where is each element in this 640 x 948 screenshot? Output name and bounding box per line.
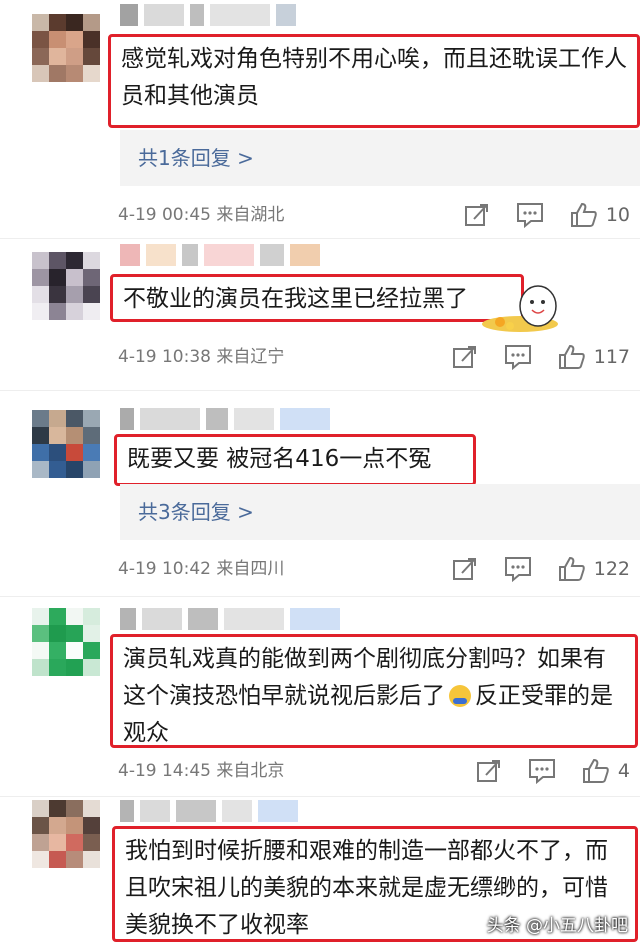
watermark-text: 头条 @小五八卦吧 (486, 916, 628, 936)
like-count: 4 (617, 760, 630, 782)
comment-text-content: 既要又要 被冠名416一点不冤 (127, 446, 432, 472)
comment-actions: 4 (450, 756, 640, 786)
comment-text: 既要又要 被冠名416一点不冤 (114, 434, 476, 486)
avatar[interactable] (32, 14, 100, 82)
thumbs-up-icon (558, 344, 585, 369)
view-replies-label: 共1条回复 > (138, 146, 254, 170)
emoji-icon (449, 685, 471, 707)
like-button[interactable]: 122 (558, 556, 640, 582)
divider (0, 390, 640, 391)
comment-text: 不敬业的演员在我这里已经拉黑了 (110, 274, 524, 322)
comment-button[interactable] (504, 556, 532, 582)
repost-button[interactable] (452, 345, 478, 369)
comment-text: 演员轧戏真的能做到两个剧彻底分割吗？如果有这个演技恐怕早就说视后影后了 反正受罪的… (110, 634, 638, 748)
username-blurred[interactable] (120, 800, 298, 822)
comment-icon (528, 759, 555, 784)
avatar[interactable] (32, 410, 100, 478)
like-count: 10 (605, 204, 630, 226)
like-button[interactable]: 117 (558, 344, 640, 370)
divider (0, 238, 640, 239)
comment-actions: 117 (426, 342, 640, 372)
comment-meta: 4-19 10:42 来自四川 (118, 557, 284, 581)
thumbs-up-icon (582, 758, 609, 783)
comment-meta: 4-19 00:45 来自湖北 (118, 203, 284, 227)
comment-button[interactable] (516, 202, 544, 228)
comment-location: 来自湖北 (216, 205, 285, 225)
comment-time: 4-19 10:38 (118, 347, 211, 367)
repost-icon (452, 346, 476, 368)
repost-button[interactable] (452, 557, 478, 581)
comment-icon (516, 203, 543, 228)
avatar[interactable] (32, 608, 100, 676)
thumbs-up-icon (558, 556, 585, 581)
comment-location: 来自北京 (216, 761, 285, 781)
comment-text: 感觉轧戏对角色特别不用心唉，而且还耽误工作人员和其他演员 (108, 34, 640, 128)
comment-meta: 4-19 10:38 来自辽宁 (118, 345, 284, 369)
comment-location: 来自辽宁 (216, 347, 285, 367)
comment-time: 4-19 10:42 (118, 559, 211, 579)
watermark: 头条 @小五八卦吧 (487, 911, 628, 936)
comment-time: 4-19 14:45 (118, 761, 211, 781)
avatar[interactable] (32, 252, 100, 320)
sticker-icon (482, 285, 558, 332)
like-button[interactable]: 4 (582, 758, 640, 784)
view-replies-link[interactable]: 共3条回复 > (120, 484, 640, 540)
username-blurred[interactable] (120, 608, 340, 630)
comment-actions: 122 (426, 554, 640, 584)
repost-icon (476, 760, 500, 782)
username-blurred[interactable] (120, 408, 330, 430)
username-blurred[interactable] (120, 244, 320, 266)
comment-location: 来自四川 (216, 559, 285, 579)
username-blurred[interactable] (120, 4, 296, 26)
comment-text-content: 不敬业的演员在我这里已经拉黑了 (123, 286, 468, 312)
repost-icon (464, 204, 488, 226)
comment-text-content: 感觉轧戏对角色特别不用心唉，而且还耽误工作人员和其他演员 (121, 46, 627, 109)
repost-icon (452, 558, 476, 580)
like-count: 117 (593, 346, 630, 368)
divider (0, 596, 640, 597)
like-button[interactable]: 10 (570, 202, 640, 228)
thumbs-up-icon (570, 202, 597, 227)
comment-icon (504, 557, 531, 582)
avatar[interactable] (32, 800, 100, 868)
divider (0, 796, 640, 797)
view-replies-label: 共3条回复 > (138, 500, 254, 524)
comment-meta: 4-19 14:45 来自北京 (118, 759, 284, 783)
repost-button[interactable] (476, 759, 502, 783)
comment-icon (504, 345, 531, 370)
comment-time: 4-19 00:45 (118, 205, 211, 225)
like-count: 122 (593, 558, 630, 580)
comment-actions: 10 (438, 200, 640, 230)
comment-button[interactable] (504, 344, 532, 370)
comment-button[interactable] (528, 758, 556, 784)
view-replies-link[interactable]: 共1条回复 > (120, 130, 640, 186)
repost-button[interactable] (464, 203, 490, 227)
